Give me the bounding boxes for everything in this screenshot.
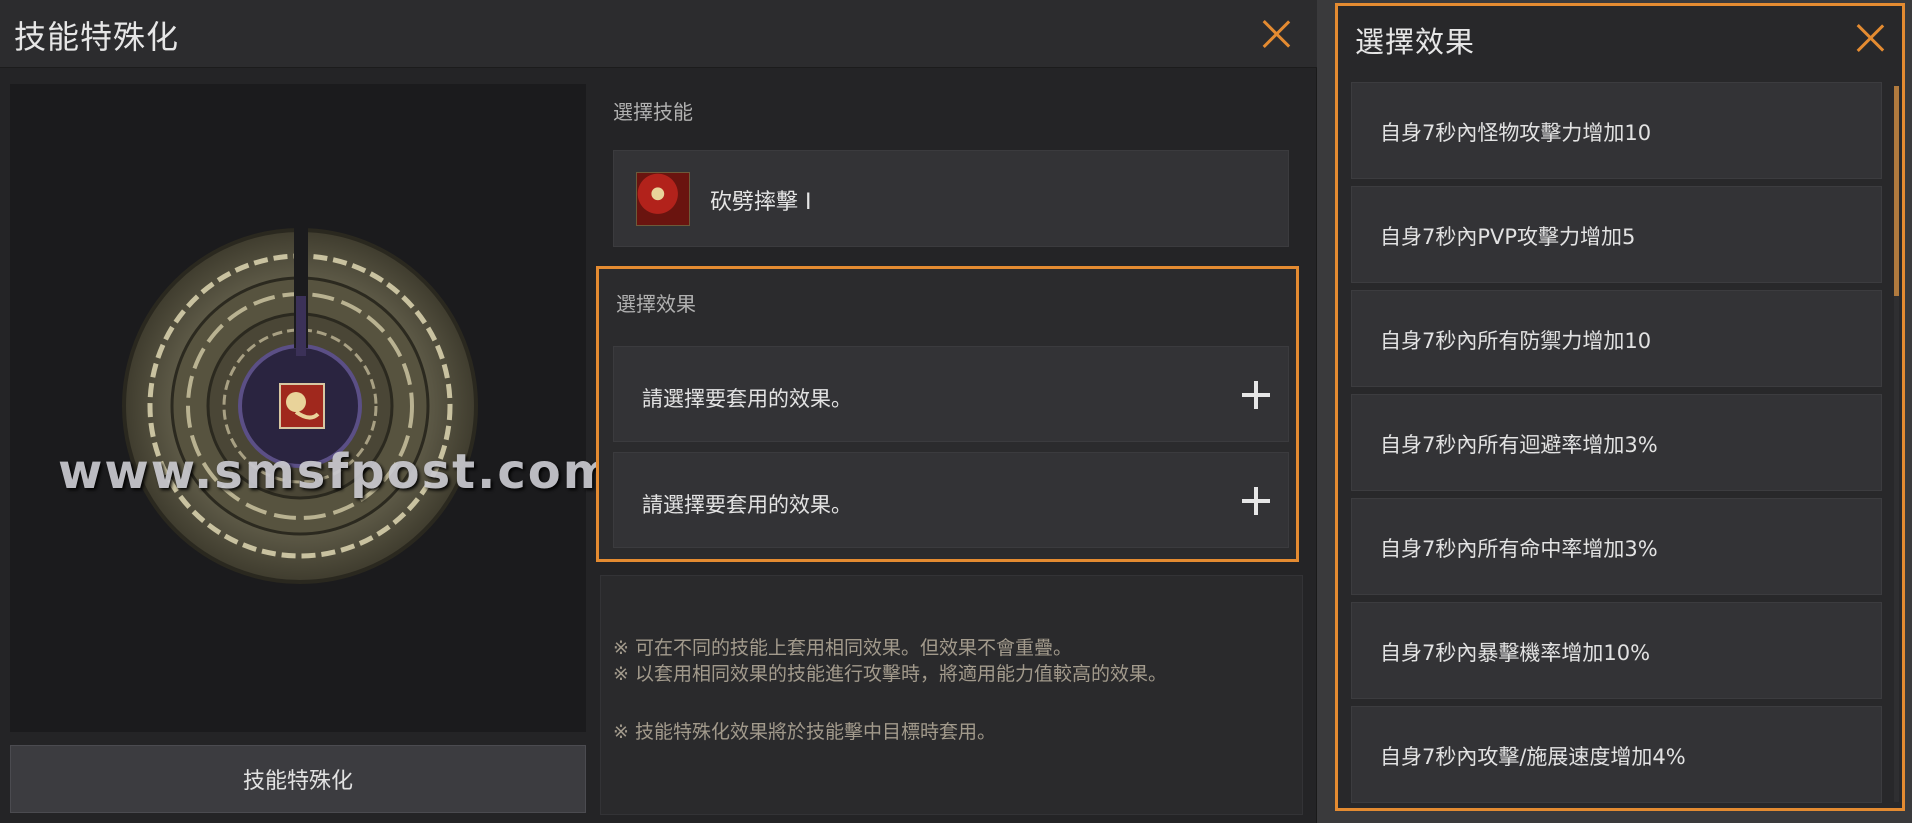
select-effect-label: 選擇效果 (616, 292, 696, 316)
skill-name: 砍劈摔擊 I (710, 190, 812, 215)
window-title: 技能特殊化 (14, 18, 180, 56)
window-header: 技能特殊化 (0, 0, 1317, 68)
select-skill-label: 選擇技能 (613, 100, 693, 124)
effect-slot-text: 請選擇要套用的效果。 (642, 493, 852, 517)
close-icon[interactable] (1850, 18, 1890, 58)
watermark-text: www.smsfpost.com (58, 444, 615, 500)
effect-option[interactable]: 自身7秒內所有防禦力增加10 (1351, 290, 1882, 387)
effect-slot[interactable]: 請選擇要套用的效果。 (613, 346, 1289, 442)
effect-option-text: 自身7秒內怪物攻擊力增加10 (1380, 121, 1652, 145)
emblem-viewport: www.smsfpost.com (10, 84, 613, 732)
effect-option-text: 自身7秒內暴擊機率增加10% (1380, 641, 1651, 665)
notes-box: ※ 可在不同的技能上套用相同效果。但效果不會重疊。 ※ 以套用相同效果的技能進行… (600, 575, 1303, 815)
skill-specialization-window: 技能特殊化 www.smsfpost.com 技能特殊化 選擇技能 砍劈摔擊 I… (0, 0, 1317, 823)
note-text: ※ 可在不同的技能上套用相同效果。但效果不會重疊。 (613, 637, 1072, 659)
effect-selection-box: 選擇效果 請選擇要套用的效果。 請選擇要套用的效果。 (596, 266, 1299, 562)
scrollbar-track[interactable] (1894, 86, 1899, 802)
select-effect-window: 選擇效果 自身7秒內怪物攻擊力增加10 自身7秒內PVP攻擊力增加5 自身7秒內… (1335, 3, 1905, 811)
window-title: 選擇效果 (1355, 25, 1476, 59)
effect-option[interactable]: 自身7秒內所有命中率增加3% (1351, 498, 1882, 595)
note-text: ※ 技能特殊化效果將於技能擊中目標時套用。 (613, 721, 996, 743)
plus-icon[interactable] (1242, 487, 1270, 515)
plus-icon[interactable] (1242, 381, 1270, 409)
skill-icon (636, 172, 690, 226)
effect-option[interactable]: 自身7秒內攻擊/施展速度增加4% (1351, 706, 1882, 803)
effect-slot-text: 請選擇要套用的效果。 (642, 387, 852, 411)
scrollbar-thumb[interactable] (1894, 86, 1899, 296)
effect-option[interactable]: 自身7秒內怪物攻擊力增加10 (1351, 82, 1882, 179)
effect-option-text: 自身7秒內PVP攻擊力增加5 (1380, 225, 1636, 249)
close-icon[interactable] (1256, 14, 1296, 54)
effect-options-list: 自身7秒內怪物攻擊力增加10 自身7秒內PVP攻擊力增加5 自身7秒內所有防禦力… (1351, 82, 1882, 804)
effect-option-text: 自身7秒內所有命中率增加3% (1380, 537, 1658, 561)
note-text: ※ 以套用相同效果的技能進行攻擊時，將適用能力值較高的效果。 (613, 663, 1167, 685)
effect-option-text: 自身7秒內攻擊/施展速度增加4% (1380, 745, 1686, 769)
selected-skill-card[interactable]: 砍劈摔擊 I (613, 150, 1289, 247)
effect-option[interactable]: 自身7秒內PVP攻擊力增加5 (1351, 186, 1882, 283)
effect-option-text: 自身7秒內所有迴避率增加3% (1380, 433, 1658, 457)
window-header: 選擇效果 (1338, 6, 1902, 72)
effect-option-text: 自身7秒內所有防禦力增加10 (1380, 329, 1652, 353)
specialize-button[interactable]: 技能特殊化 (10, 745, 586, 813)
effect-option[interactable]: 自身7秒內暴擊機率增加10% (1351, 602, 1882, 699)
effect-slot[interactable]: 請選擇要套用的效果。 (613, 452, 1289, 548)
effect-option[interactable]: 自身7秒內所有迴避率增加3% (1351, 394, 1882, 491)
rune-emblem-image (122, 228, 478, 584)
